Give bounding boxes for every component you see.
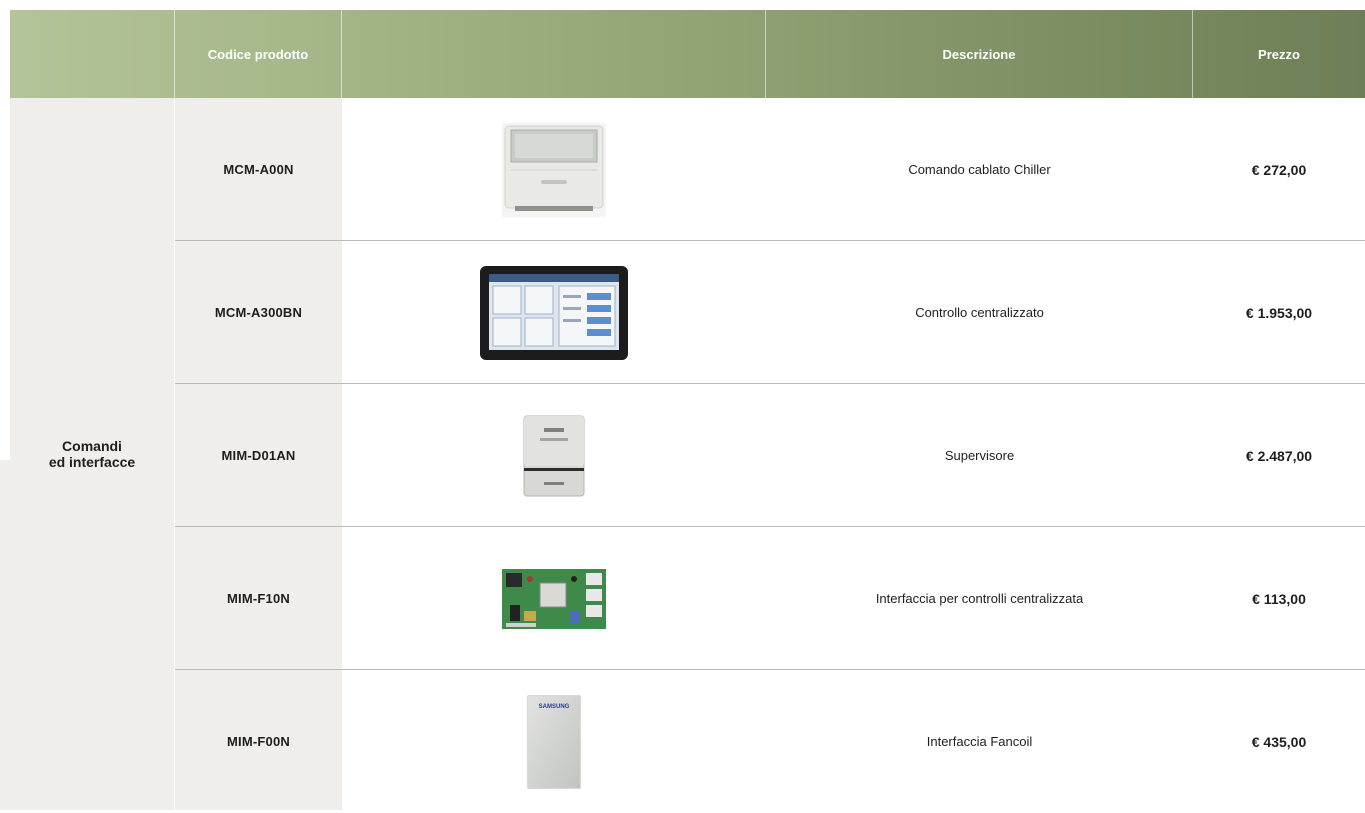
fancoil-interface-image: SAMSUNG — [527, 695, 581, 788]
product-description: Supervisore — [944, 448, 1015, 463]
product-description: Comando cablato Chiller — [908, 162, 1051, 177]
table-row: MIM-D01AN Supervisore € 2.487,00 — [175, 384, 1365, 527]
product-description: Interfaccia per controlli centralizzata — [875, 591, 1084, 606]
table-row: MCM-A00N Comando cablato Chiller € 272,0… — [175, 98, 1365, 241]
circuit-board-image — [502, 568, 606, 629]
table-row: MIM-F00N SAMSUNG Interfaccia Fancoil € 4… — [175, 670, 1365, 813]
header-description-label: Descrizione — [942, 46, 1016, 62]
header-price-label: Prezzo — [1258, 46, 1300, 62]
product-code: MIM-F00N — [227, 734, 290, 749]
brand-logo: SAMSUNG — [539, 704, 570, 710]
supervisor-box-image — [523, 415, 585, 496]
product-price: € 2.487,00 — [1245, 447, 1313, 464]
product-price: € 272,00 — [1251, 161, 1307, 178]
product-code: MCM-A300BN — [214, 305, 303, 320]
wired-controller-image — [502, 122, 606, 217]
product-price: € 113,00 — [1252, 590, 1306, 607]
header-category — [10, 10, 175, 98]
product-code: MIM-D01AN — [221, 448, 296, 463]
product-code: MIM-F10N — [227, 591, 290, 606]
header-product-code-label: Codice prodotto — [207, 46, 309, 62]
left-edge-band — [0, 460, 10, 810]
product-code: MCM-A00N — [223, 162, 294, 177]
product-image-cell — [342, 527, 766, 670]
category-label-line2: ed interfacce — [48, 454, 136, 470]
table-row: MCM-A300BN Controllo centralizzato € 1.9… — [175, 241, 1365, 384]
header-image — [342, 10, 766, 98]
touch-tablet-controller-image — [480, 265, 628, 360]
table-header: Codice prodotto Descrizione Prezzo — [10, 10, 1365, 98]
header-price: Prezzo — [1193, 10, 1365, 98]
product-image-cell: SAMSUNG — [342, 670, 766, 813]
product-description: Controllo centralizzato — [915, 305, 1044, 320]
product-price: € 1.953,00 — [1245, 304, 1313, 321]
product-image-cell — [342, 241, 766, 384]
product-description: Interfaccia Fancoil — [926, 734, 1033, 749]
table-row: MIM-F10N Interfaccia per controlli centr… — [175, 527, 1365, 670]
product-image-cell — [342, 384, 766, 527]
header-description: Descrizione — [766, 10, 1193, 98]
product-image-cell — [342, 98, 766, 241]
header-product-code: Codice prodotto — [175, 10, 342, 98]
product-price: € 435,00 — [1251, 733, 1307, 750]
category-label-line1: Comandi — [62, 438, 122, 454]
category-cell: Comandi ed interfacce — [10, 98, 175, 810]
